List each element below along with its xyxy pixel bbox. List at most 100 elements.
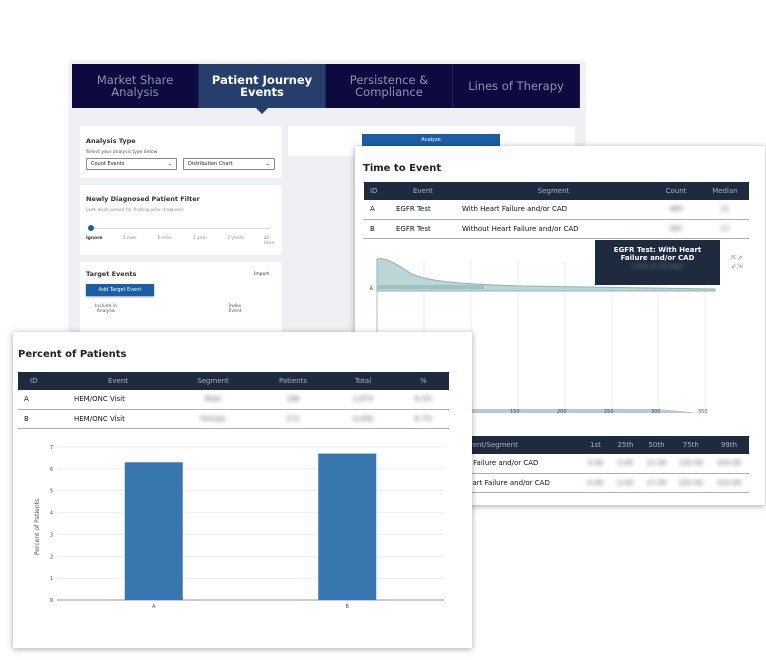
col-count: Count <box>651 182 701 200</box>
cell-segment: With Heart Failure and/or CAD <box>456 200 651 220</box>
tab-persistence[interactable]: Persistence & Compliance <box>326 64 453 108</box>
tab-lines-of-therapy[interactable]: Lines of Therapy <box>453 64 580 108</box>
x-tick: 300 <box>651 409 661 415</box>
cell-value: 0.00 <box>610 473 641 493</box>
col-percent: % <box>398 372 449 390</box>
col-99th: 99th <box>709 436 749 454</box>
x-tick: 150 <box>510 409 520 415</box>
bar-A[interactable] <box>124 462 183 600</box>
col-median: Median <box>701 182 749 200</box>
col-1st: 1st <box>580 436 611 454</box>
analysis-type-title: Analysis Type <box>86 137 136 145</box>
table-row[interactable]: A HEM/ONC Visit Male 186 2,974 6.3% <box>18 390 449 410</box>
count-events-select[interactable]: Count Events ⌄ <box>86 158 177 170</box>
x-tick: 200 <box>557 409 567 415</box>
table-row[interactable]: B EGFR Test Without Heart Failure and/or C… <box>364 219 749 239</box>
cell-event: HEM/ONC Visit <box>68 390 168 410</box>
percent-title: Percent of Patients <box>18 349 127 360</box>
cell-median: 17 <box>701 219 749 239</box>
analysis-type-hint: Select your analysis type below <box>86 150 158 155</box>
cell-value: 152.00 <box>672 473 709 493</box>
patient-filter-card: Newly Diagnosed Patient Filter Look back… <box>80 185 282 255</box>
y-axis-label: Percent of Patients <box>34 499 41 555</box>
index-event-column-header: Index Event <box>228 304 242 314</box>
cell-count: 485 <box>651 200 701 220</box>
import-link[interactable]: Import <box>254 272 269 277</box>
main-tabs: Market Share Analysis Patient Journey Ev… <box>72 64 580 114</box>
y-tick-label: 4 <box>50 511 53 517</box>
tab-patient-journey[interactable]: Patient Journey Events <box>199 64 326 114</box>
target-events-card: Target Events Import Add Target Event In… <box>80 262 282 337</box>
cell-event: HEM/ONC Visit <box>68 409 168 429</box>
y-tick-label: 2 <box>50 554 53 560</box>
include-column-header: Include in Analysis <box>95 304 117 314</box>
x-tick-label: A <box>152 604 156 610</box>
tooltip-value: 0.07% at 314 days <box>631 264 684 270</box>
y-tick-label: 3 <box>50 532 53 538</box>
col-id: ID <box>18 372 68 390</box>
percent-table: ID Event Segment Patients Total % A HEM/O… <box>18 372 449 429</box>
stop-2years[interactable]: 2 years <box>227 236 244 246</box>
y-tick-label: 6 <box>50 467 53 473</box>
cell-value: 120.00 <box>672 454 709 474</box>
time-to-event-table: ID Event Segment Count Median A EGFR Test… <box>364 182 749 239</box>
analyze-button[interactable]: Analyze <box>362 134 500 146</box>
cell-total: 4,058 <box>328 409 398 429</box>
y-tick-label: 5 <box>50 489 53 495</box>
time-to-event-title: Time to Event <box>363 163 442 174</box>
cell-value: 21.00 <box>640 454 673 474</box>
expand-icon[interactable]: ⇱⇗ ⇙⇲ <box>731 254 743 270</box>
add-target-event-button[interactable]: Add Target Event <box>86 284 154 296</box>
range-bar-a[interactable] <box>377 285 484 289</box>
cell-event: EGFR Test <box>390 200 456 220</box>
bar-B[interactable] <box>318 453 377 600</box>
slider-stops: Ignore 3 mos. 6 mos. 1 year 2 years All-… <box>86 236 276 246</box>
table-header: ID Event Segment Count Median <box>364 182 749 200</box>
cell-patients: 186 <box>258 390 328 410</box>
cell-id: B <box>18 409 68 429</box>
y-tick-label: 7 <box>50 445 53 451</box>
cell-value: 0.00 <box>580 454 611 474</box>
col-segment: Segment <box>456 182 651 200</box>
table-header: ID Event Segment Patients Total % <box>18 372 449 390</box>
filter-hint: Look back period for finding prior diagn… <box>86 208 184 213</box>
lookback-slider-handle[interactable] <box>88 225 94 231</box>
col-25th: 25th <box>610 436 641 454</box>
cell-value: 0.00 <box>610 454 641 474</box>
chevron-down-icon: ⌄ <box>265 161 270 167</box>
tab-market-share[interactable]: Market Share Analysis <box>72 64 199 108</box>
target-events-title: Target Events <box>86 270 137 278</box>
x-tick-label: B <box>346 604 350 610</box>
chart-tooltip: EGFR Test: With Heart Failure and/or CAD… <box>595 240 720 285</box>
cell-total: 2,974 <box>328 390 398 410</box>
stop-all-time[interactable]: All-time <box>264 236 276 246</box>
col-patients: Patients <box>258 372 328 390</box>
stop-ignore[interactable]: Ignore <box>86 236 102 246</box>
cell-id: A <box>18 390 68 410</box>
col-event: Event <box>68 372 168 390</box>
cell-percent: 6.3% <box>398 390 449 410</box>
table-row[interactable]: B HEM/ONC Visit Female 272 4,058 6.7% <box>18 409 449 429</box>
stop-6mos[interactable]: 6 mos. <box>158 236 173 246</box>
cell-segment: Female <box>168 409 258 429</box>
chart-type-select[interactable]: Distribution Chart ⌄ <box>183 158 275 170</box>
cell-patients: 272 <box>258 409 328 429</box>
lookback-slider-track[interactable] <box>90 228 270 229</box>
y-tick-label: 0 <box>50 598 53 604</box>
cell-value: 0.00 <box>580 473 611 493</box>
stop-1year[interactable]: 1 year <box>193 236 207 246</box>
percent-of-patients-panel: Percent of Patients ID Event Segment Pat… <box>13 332 472 648</box>
tooltip-title: EGFR Test: With Heart Failure and/or CAD <box>613 246 702 262</box>
cell-percent: 6.7% <box>398 409 449 429</box>
cell-median: 21 <box>701 200 749 220</box>
series-label-a: A <box>370 286 374 292</box>
cell-value: 320.00 <box>709 454 749 474</box>
col-75th: 75th <box>672 436 709 454</box>
col-segment: Segment <box>168 372 258 390</box>
table-row[interactable]: A EGFR Test With Heart Failure and/or CAD 4… <box>364 200 749 220</box>
x-tick: 350 <box>698 409 708 415</box>
select-value: Distribution Chart <box>188 161 233 167</box>
cell-count: 587 <box>651 219 701 239</box>
stop-3mos[interactable]: 3 mos. <box>122 236 137 246</box>
col-id: ID <box>364 182 390 200</box>
